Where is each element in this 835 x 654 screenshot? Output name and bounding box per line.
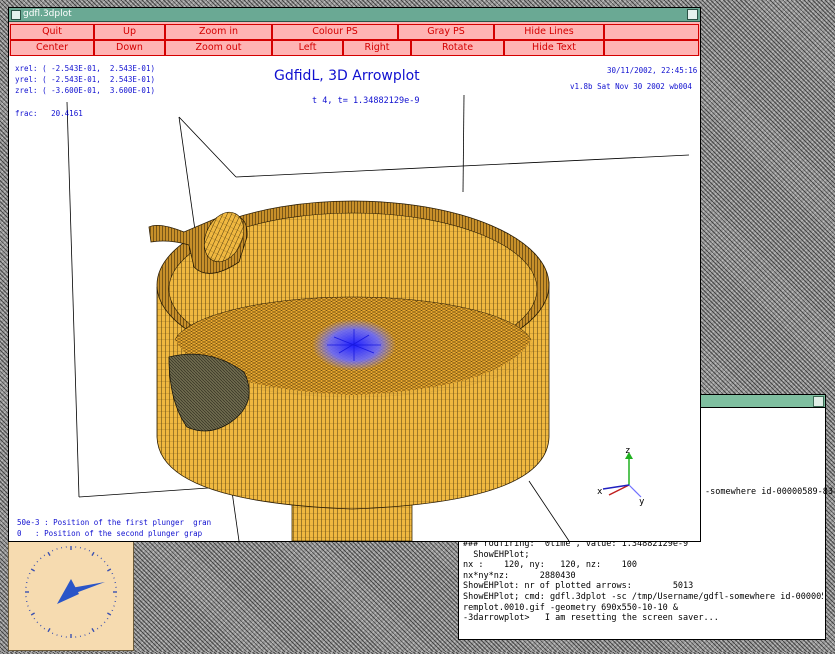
clock-tick [37, 561, 38, 562]
clock-tick [48, 552, 50, 555]
zrange-label: zrel: ( -3.600E-01, 3.600E-01) [15, 86, 155, 95]
window-titlebar[interactable]: gdfl.3dplot [9, 8, 700, 22]
clock-tick [101, 558, 102, 559]
frac-label: frac: 20.4161 [15, 109, 83, 118]
clock-tick [101, 625, 102, 626]
zoom-in-button[interactable]: Zoom in [165, 24, 272, 40]
version-label: v1.8b Sat Nov 30 2002 wb004 [570, 82, 692, 91]
clock-tick [112, 610, 113, 611]
axes-triad: z y x [597, 446, 645, 507]
up-button[interactable]: Up [94, 24, 165, 40]
window-title: gdfl.3dplot [23, 9, 72, 19]
clock-tick [107, 565, 108, 566]
clock-tick [107, 569, 110, 571]
close-icon[interactable] [687, 9, 698, 20]
clock-tick [52, 550, 53, 551]
hide-text-button[interactable]: Hide Text [504, 40, 604, 56]
minute-hand [71, 582, 105, 594]
plot-title: GdfidL, 3D Arrowplot [274, 68, 420, 84]
yrange-label: yrel: ( -2.543E-01, 2.543E-01) [15, 75, 155, 84]
clock-tick [97, 628, 98, 629]
clock-tick [89, 550, 90, 551]
note-first-plunger: 50e-3 : Position of the first plunger gr… [17, 518, 211, 527]
axis-label-z: z [625, 446, 630, 456]
clock-tick [89, 633, 90, 634]
window-menu-icon[interactable] [11, 10, 21, 20]
axis-label-y: y [639, 497, 645, 507]
terminal-line: nx : 120, ny: 120, nz: 100 [463, 560, 823, 571]
right-button[interactable]: Right [343, 40, 411, 56]
clock-face [9, 542, 133, 650]
clock-tick [44, 628, 45, 629]
clock-tick [34, 565, 35, 566]
clock-tick [31, 613, 34, 615]
center-button[interactable]: Center [10, 40, 94, 56]
rotate-button[interactable]: Rotate [411, 40, 504, 56]
clock-tick [104, 622, 105, 623]
clock-tick [37, 622, 38, 623]
gray-ps-button[interactable]: Gray PS [398, 24, 494, 40]
date-label: 30/11/2002, 22:45:16 [607, 66, 697, 75]
terminal-line: ShowEHPlot: nr of plotted arrows: 5013 [463, 581, 823, 592]
hide-lines-button[interactable]: Hide Lines [494, 24, 604, 40]
toolbar: Quit Up Zoom in Colour PS Gray PS Hide L… [9, 22, 700, 56]
terminal-output[interactable]: ### rodfiring: '0time', value: 1.3488212… [463, 539, 823, 624]
clock-tick [112, 573, 113, 574]
colour-ps-button[interactable]: Colour PS [272, 24, 398, 40]
terminal-line: remplot.0010.gif -geometry 690x550-10-10… [463, 603, 823, 614]
clock-tick [34, 618, 35, 619]
left-button[interactable]: Left [272, 40, 343, 56]
plot-canvas[interactable]: z y x GdfidL, 3D Arrowplot t 4, t= 1.348… [9, 57, 700, 541]
empty-button[interactable] [604, 24, 699, 40]
clock-tick [29, 573, 30, 574]
terminal-line: ShowEHPlot; [463, 550, 823, 561]
terminal-line: ShowEHPlot; cmd: gdfl.3dplot -sc /tmp/Us… [463, 592, 823, 603]
clock-tick [92, 552, 94, 555]
clock-tick [31, 569, 34, 571]
plot-subtitle: t 4, t= 1.34882129e-9 [312, 96, 419, 106]
clock-tick [52, 633, 53, 634]
clock-tick [104, 561, 105, 562]
arrowplot-window[interactable]: gdfl.3dplot Quit Up Zoom in Colour PS Gr… [8, 7, 701, 542]
empty-button[interactable] [604, 40, 699, 56]
terminal-line: -3darrowplot> I am resetting the screen … [463, 613, 823, 624]
clock-tick [107, 613, 110, 615]
xrange-label: xrel: ( -2.543E-01, 2.543E-01) [15, 64, 155, 73]
clock-tick [44, 555, 45, 556]
down-button[interactable]: Down [94, 40, 165, 56]
arrowplot-3d: z y x [9, 57, 700, 541]
clock-tick [29, 610, 30, 611]
clock-tick [107, 618, 108, 619]
terminal-peek-line: -somewhere id-00000589-83- [705, 487, 835, 497]
clock-tick [48, 628, 50, 631]
terminal-line: nx*ny*nz: 2880430 [463, 571, 823, 582]
quit-button[interactable]: Quit [10, 24, 94, 40]
close-icon[interactable] [813, 396, 824, 407]
clock-tick [97, 555, 98, 556]
clock-tick [40, 625, 41, 626]
clock-widget [8, 541, 134, 651]
note-second-plunger: 0 : Position of the second plunger grap [17, 529, 202, 538]
axis-label-x: x [597, 487, 603, 497]
clock-tick [40, 558, 41, 559]
clock-tick [92, 628, 94, 631]
zoom-out-button[interactable]: Zoom out [165, 40, 272, 56]
